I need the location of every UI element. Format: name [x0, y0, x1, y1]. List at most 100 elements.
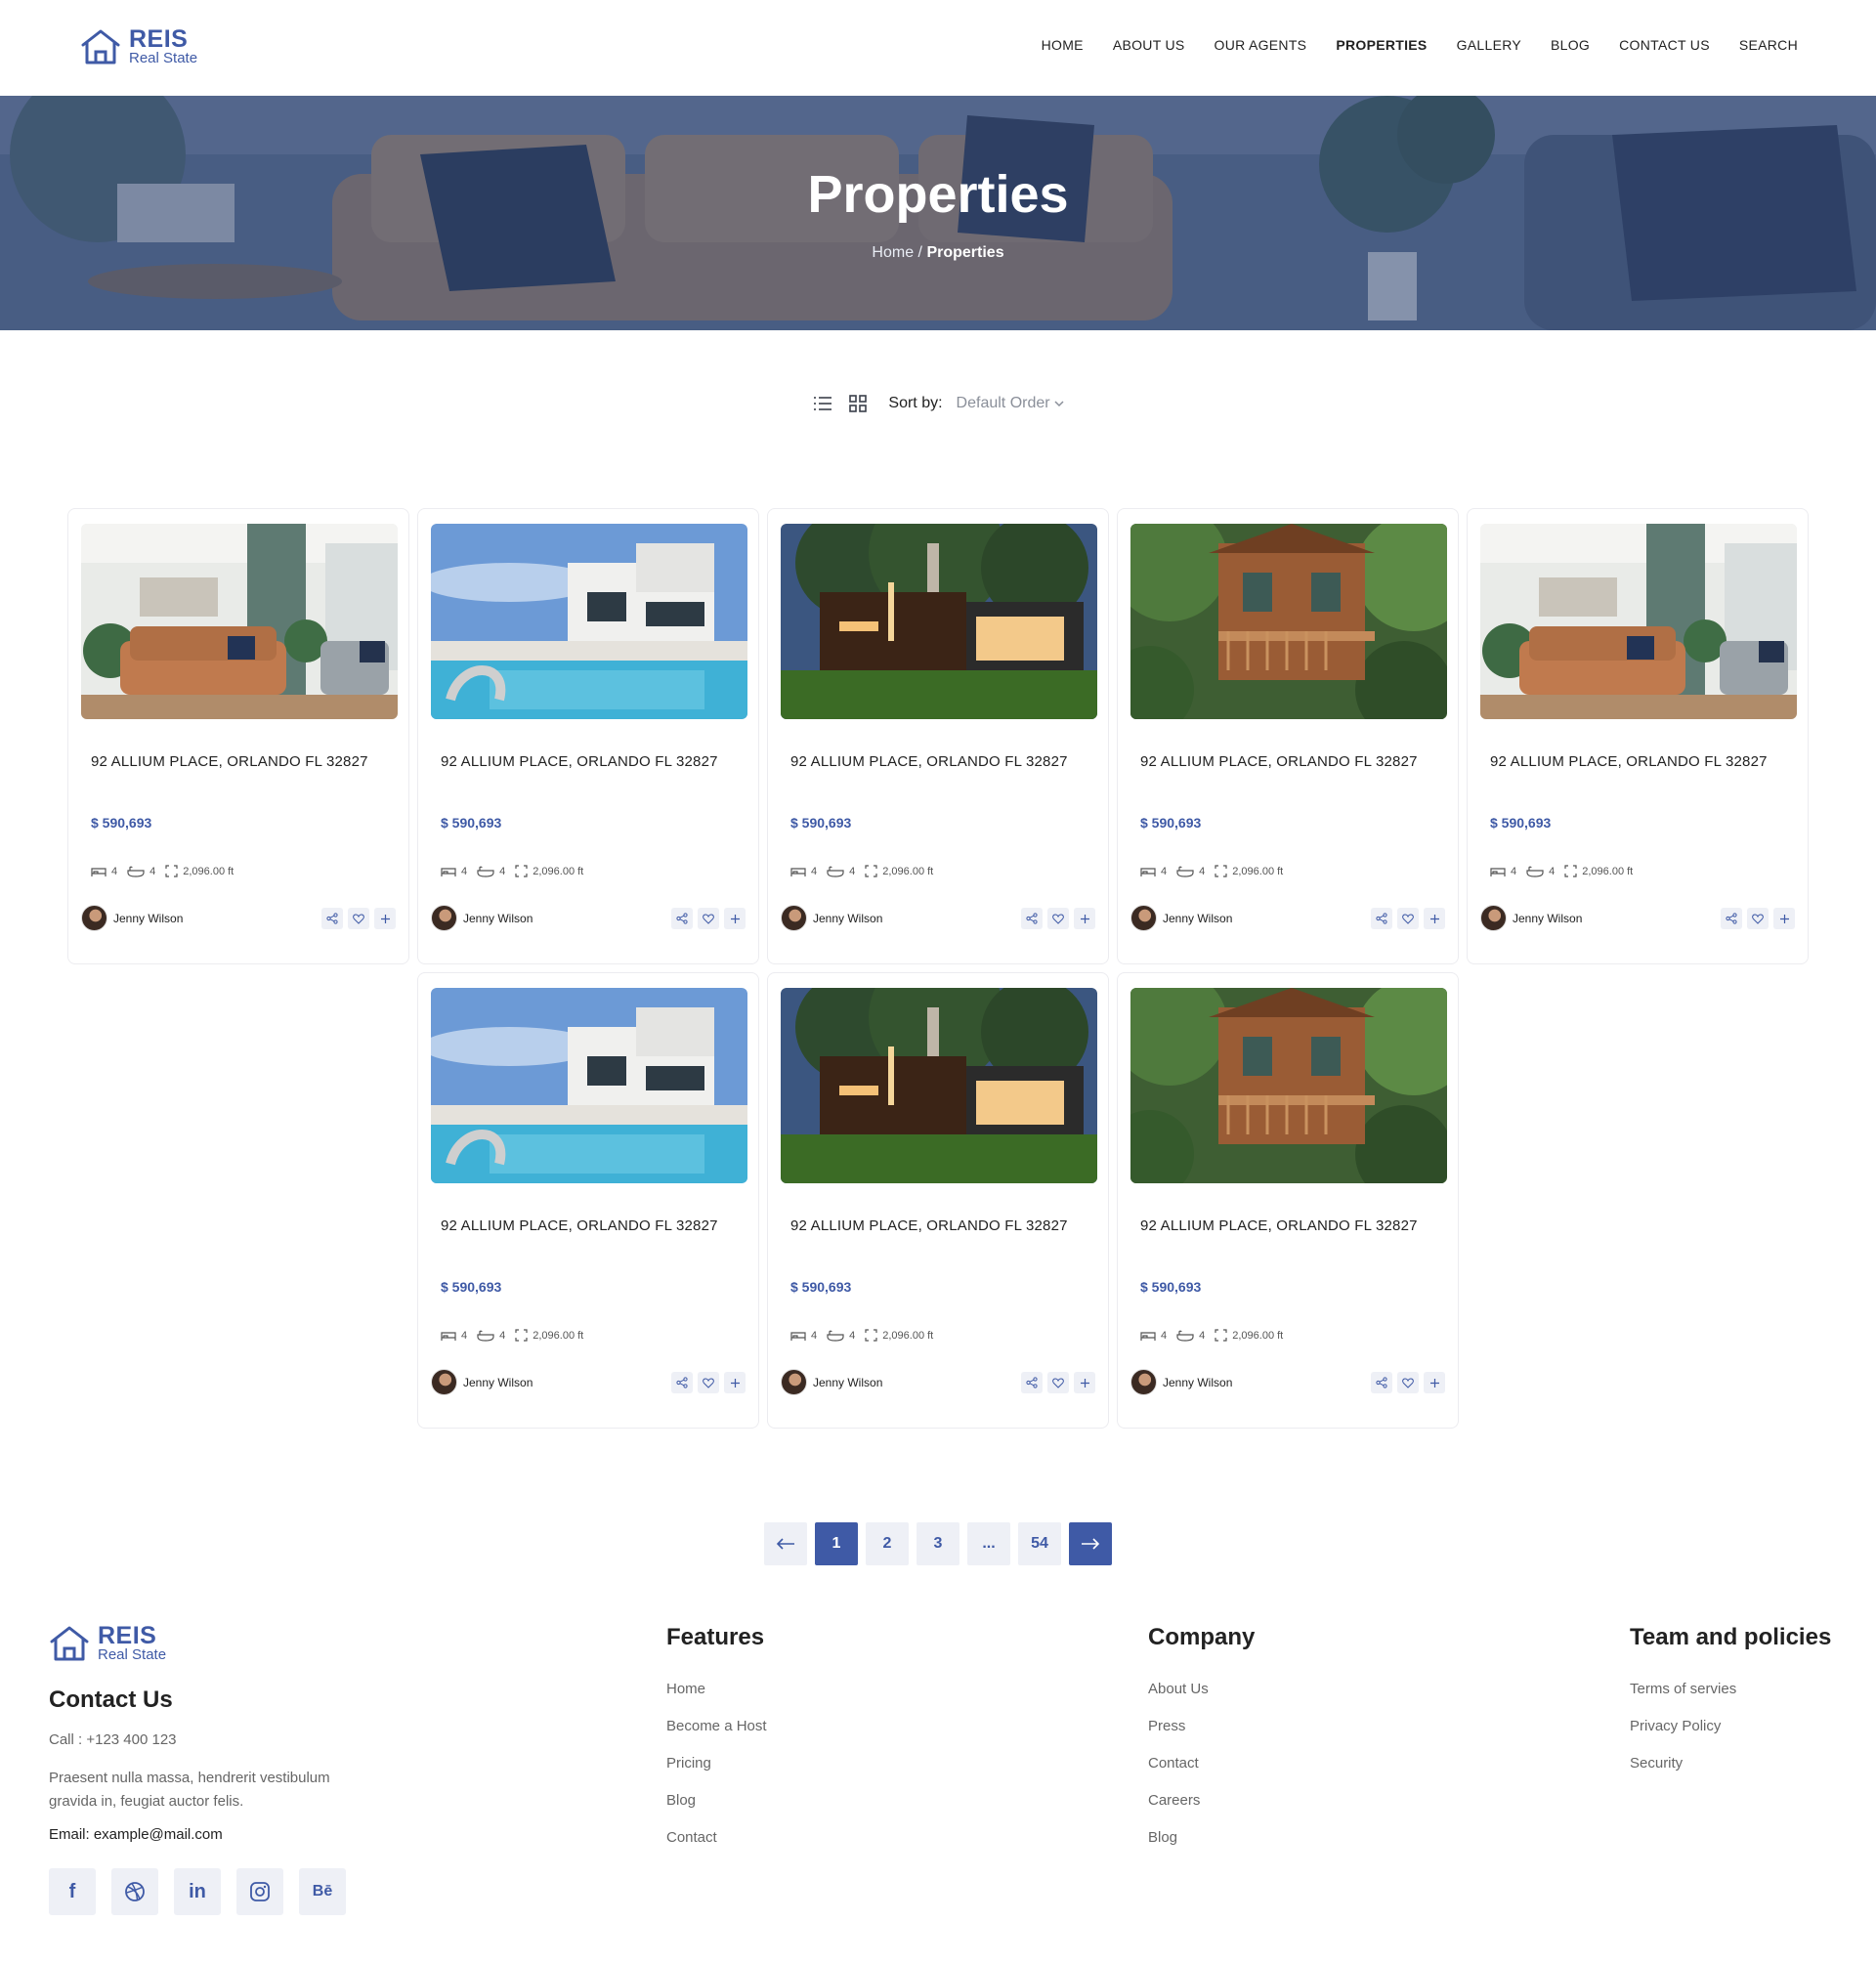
compare-button[interactable]	[1074, 1372, 1095, 1393]
footer-link[interactable]: Home	[666, 1681, 767, 1697]
footer-link[interactable]: About Us	[1148, 1681, 1255, 1697]
nav-properties[interactable]: PROPERTIES	[1336, 37, 1427, 53]
property-address[interactable]: 92 ALLIUM PLACE, ORLANDO FL 32827	[790, 1217, 1068, 1234]
instagram-icon[interactable]	[236, 1868, 283, 1915]
sort-dropdown[interactable]: Default Order	[957, 395, 1064, 412]
footer-link[interactable]: Blog	[666, 1792, 767, 1809]
agent-info[interactable]: Jenny Wilson	[1130, 905, 1232, 931]
list-view-icon[interactable]	[812, 393, 833, 414]
nav-about-us[interactable]: ABOUT US	[1113, 37, 1185, 53]
property-card[interactable]: 92 ALLIUM PLACE, ORLANDO FL 32827 $ 590,…	[417, 508, 759, 964]
favorite-button[interactable]	[1047, 1372, 1069, 1393]
share-button[interactable]	[321, 908, 343, 929]
share-button[interactable]	[1371, 1372, 1392, 1393]
pagination-page-1[interactable]: 1	[815, 1522, 858, 1565]
beds-count: 4	[1161, 1329, 1168, 1342]
property-image[interactable]	[431, 524, 747, 719]
share-button[interactable]	[671, 908, 693, 929]
property-address[interactable]: 92 ALLIUM PLACE, ORLANDO FL 32827	[790, 753, 1068, 770]
nav-search[interactable]: SEARCH	[1739, 37, 1798, 53]
footer-link[interactable]: Terms of servies	[1630, 1681, 1831, 1697]
agent-info[interactable]: Jenny Wilson	[81, 905, 183, 931]
agent-info[interactable]: Jenny Wilson	[1480, 905, 1582, 931]
property-card[interactable]: 92 ALLIUM PLACE, ORLANDO FL 32827 $ 590,…	[1467, 508, 1809, 964]
favorite-button[interactable]	[1047, 908, 1069, 929]
compare-button[interactable]	[1424, 1372, 1445, 1393]
footer-link[interactable]: Security	[1630, 1755, 1831, 1772]
property-image[interactable]	[1130, 524, 1447, 719]
footer-link[interactable]: Privacy Policy	[1630, 1718, 1831, 1734]
footer-link[interactable]: Become a Host	[666, 1718, 767, 1734]
nav-gallery[interactable]: GALLERY	[1457, 37, 1521, 53]
agent-info[interactable]: Jenny Wilson	[431, 905, 533, 931]
compare-button[interactable]	[724, 908, 746, 929]
property-address[interactable]: 92 ALLIUM PLACE, ORLANDO FL 32827	[441, 753, 718, 770]
footer-email[interactable]: Email: example@mail.com	[49, 1826, 223, 1843]
nav-our-agents[interactable]: OUR AGENTS	[1215, 37, 1307, 53]
compare-button[interactable]	[1074, 908, 1095, 929]
grid-view-icon[interactable]	[847, 393, 869, 414]
nav-blog[interactable]: BLOG	[1551, 37, 1590, 53]
agent-info[interactable]: Jenny Wilson	[1130, 1369, 1232, 1395]
dribbble-icon[interactable]	[111, 1868, 158, 1915]
pagination-next-button[interactable]	[1069, 1522, 1112, 1565]
favorite-button[interactable]	[1747, 908, 1769, 929]
agent-info[interactable]: Jenny Wilson	[781, 1369, 882, 1395]
property-address[interactable]: 92 ALLIUM PLACE, ORLANDO FL 32827	[1140, 753, 1418, 770]
property-image[interactable]	[781, 524, 1097, 719]
property-address[interactable]: 92 ALLIUM PLACE, ORLANDO FL 32827	[1490, 753, 1768, 770]
compare-button[interactable]	[1424, 908, 1445, 929]
property-image[interactable]	[781, 988, 1097, 1183]
footer-logo[interactable]: REIS Real State	[49, 1624, 166, 1663]
property-image[interactable]	[1480, 524, 1797, 719]
favorite-button[interactable]	[698, 1372, 719, 1393]
property-card[interactable]: 92 ALLIUM PLACE, ORLANDO FL 32827 $ 590,…	[767, 972, 1109, 1429]
pagination-page-3[interactable]: 3	[917, 1522, 959, 1565]
favorite-button[interactable]	[1397, 1372, 1419, 1393]
property-card[interactable]: 92 ALLIUM PLACE, ORLANDO FL 32827 $ 590,…	[417, 972, 759, 1429]
nav-home[interactable]: HOME	[1042, 37, 1084, 53]
footer-link[interactable]: Blog	[1148, 1829, 1255, 1846]
favorite-button[interactable]	[698, 908, 719, 929]
property-image[interactable]	[1130, 988, 1447, 1183]
arrow-right-icon	[1082, 1538, 1100, 1550]
property-image[interactable]	[431, 988, 747, 1183]
share-button[interactable]	[1721, 908, 1742, 929]
property-card[interactable]: 92 ALLIUM PLACE, ORLANDO FL 32827 $ 590,…	[767, 508, 1109, 964]
pagination-page-2[interactable]: 2	[866, 1522, 909, 1565]
footer-link[interactable]: Pricing	[666, 1755, 767, 1772]
favorite-button[interactable]	[348, 908, 369, 929]
footer-phone[interactable]: Call : +123 400 123	[49, 1731, 177, 1748]
footer-link[interactable]: Contact	[666, 1829, 767, 1846]
property-address[interactable]: 92 ALLIUM PLACE, ORLANDO FL 32827	[1140, 1217, 1418, 1234]
share-button[interactable]	[1021, 908, 1043, 929]
property-card[interactable]: 92 ALLIUM PLACE, ORLANDO FL 32827 $ 590,…	[1117, 508, 1459, 964]
facebook-icon[interactable]: f	[49, 1868, 96, 1915]
pagination-page-54[interactable]: 54	[1018, 1522, 1061, 1565]
property-card[interactable]: 92 ALLIUM PLACE, ORLANDO FL 32827 $ 590,…	[67, 508, 409, 964]
share-button[interactable]	[1021, 1372, 1043, 1393]
compare-button[interactable]	[374, 908, 396, 929]
footer-link[interactable]: Press	[1148, 1718, 1255, 1734]
linkedin-icon[interactable]: in	[174, 1868, 221, 1915]
pagination-prev-button[interactable]	[764, 1522, 807, 1565]
property-image[interactable]	[81, 524, 398, 719]
footer-description: Praesent nulla massa, hendrerit vestibul…	[49, 1770, 330, 1810]
property-address[interactable]: 92 ALLIUM PLACE, ORLANDO FL 32827	[91, 753, 368, 770]
compare-button[interactable]	[1773, 908, 1795, 929]
footer-link[interactable]: Careers	[1148, 1792, 1255, 1809]
property-address[interactable]: 92 ALLIUM PLACE, ORLANDO FL 32827	[441, 1217, 718, 1234]
favorite-button[interactable]	[1397, 908, 1419, 929]
behance-icon[interactable]: Bē	[299, 1868, 346, 1915]
property-card[interactable]: 92 ALLIUM PLACE, ORLANDO FL 32827 $ 590,…	[1117, 972, 1459, 1429]
agent-info[interactable]: Jenny Wilson	[781, 905, 882, 931]
nav-contact-us[interactable]: CONTACT US	[1619, 37, 1710, 53]
logo[interactable]: REIS Real State	[80, 27, 197, 66]
share-button[interactable]	[1371, 908, 1392, 929]
linkedin-letters: in	[189, 1880, 206, 1902]
share-button[interactable]	[671, 1372, 693, 1393]
agent-info[interactable]: Jenny Wilson	[431, 1369, 533, 1395]
compare-button[interactable]	[724, 1372, 746, 1393]
footer-link[interactable]: Contact	[1148, 1755, 1255, 1772]
breadcrumb-home[interactable]: Home	[872, 244, 914, 261]
